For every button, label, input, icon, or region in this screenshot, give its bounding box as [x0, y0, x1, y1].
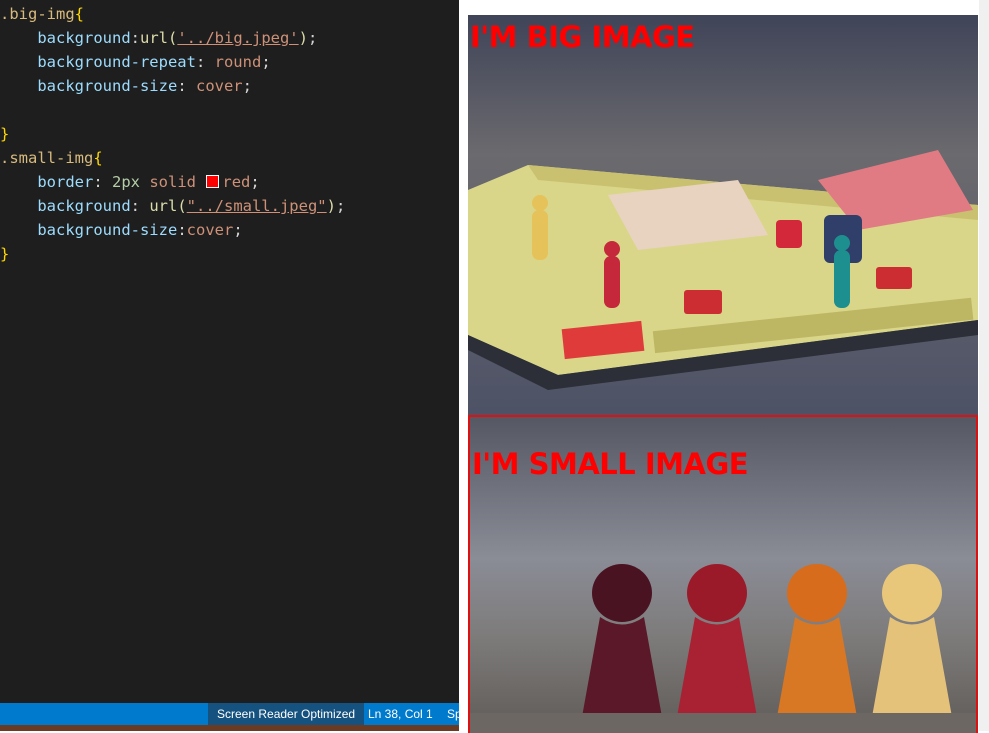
code-token: ; [335, 197, 346, 215]
code-line[interactable]: background: url("../small.jpeg"); [0, 194, 345, 218]
cursor-position-button[interactable]: Ln 38, Col 1 [362, 703, 439, 725]
code-token: url( [140, 29, 178, 47]
code-line[interactable] [0, 98, 345, 122]
code-text[interactable]: .big-img{ background:url('../big.jpeg');… [0, 2, 345, 266]
small-image-caption: I'M SMALL IMAGE [472, 447, 749, 481]
code-editor[interactable]: .big-img{ background:url('../big.jpeg');… [0, 0, 459, 731]
code-token: { [93, 149, 103, 167]
code-token: solid [149, 173, 197, 191]
code-token: ; [233, 221, 243, 239]
code-token: .big-img [0, 5, 75, 23]
preview-scrollbar[interactable] [979, 0, 989, 731]
code-line[interactable]: background:url('../big.jpeg'); [0, 26, 345, 50]
code-token: ; [242, 77, 252, 95]
screen-reader-mode-button[interactable]: Screen Reader Optimized [208, 703, 365, 725]
code-token: ; [308, 29, 318, 47]
code-token: background-repeat [37, 53, 196, 71]
code-token: background-size [37, 221, 178, 239]
code-token: : [195, 53, 215, 71]
code-token: ; [250, 173, 260, 191]
code-line[interactable]: border: 2px solid red; [0, 170, 345, 194]
code-token: cover [186, 221, 234, 239]
code-token: '../big.jpeg' [177, 29, 299, 47]
code-token: ; [261, 53, 271, 71]
code-token: : [177, 221, 187, 239]
code-token: "../small.jpeg" [186, 197, 327, 215]
code-line[interactable]: .big-img{ [0, 2, 345, 26]
code-token: border [37, 173, 94, 191]
color-swatch[interactable] [206, 175, 220, 188]
code-token: .small-img [0, 149, 94, 167]
code-line[interactable]: } [0, 122, 345, 146]
code-token: : [130, 29, 140, 47]
code-token: background-size [37, 77, 178, 95]
code-token: background [37, 197, 131, 215]
code-token: round [214, 53, 262, 71]
code-token: background [37, 29, 131, 47]
big-image-caption: I'M BIG IMAGE [470, 20, 695, 54]
code-token: } [0, 245, 10, 263]
board-game-photo [468, 15, 978, 415]
code-token: : [93, 173, 112, 191]
code-line[interactable]: background-size:cover; [0, 218, 345, 242]
big-image-box: I'M BIG IMAGE [468, 15, 978, 415]
code-token: ) [298, 29, 308, 47]
code-token: red [222, 173, 251, 191]
code-line[interactable]: background-size: cover; [0, 74, 345, 98]
code-token: cover [195, 77, 243, 95]
code-token: : [130, 197, 150, 215]
code-token: { [74, 5, 84, 23]
code-line[interactable]: .small-img{ [0, 146, 345, 170]
small-image-box: I'M SMALL IMAGE [468, 415, 978, 733]
code-token: } [0, 125, 10, 143]
code-line[interactable]: background-repeat: round; [0, 50, 345, 74]
desktop-strip [0, 725, 459, 731]
code-token: url( [149, 197, 187, 215]
status-bar: Screen Reader Optimized Ln 38, Col 1 Sp [0, 703, 462, 725]
code-line[interactable]: } [0, 242, 345, 266]
pane-divider[interactable] [459, 0, 468, 731]
code-token: : [177, 77, 196, 95]
code-token: 2px [112, 173, 140, 191]
code-token: ) [326, 197, 336, 215]
